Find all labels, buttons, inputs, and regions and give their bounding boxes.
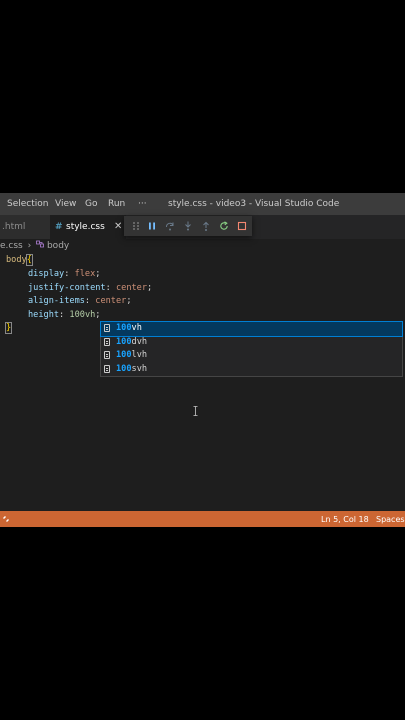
breadcrumb: e.css › body [0, 240, 69, 254]
css-property: justify-content [28, 282, 106, 293]
cursor-position[interactable]: Ln 5, Col 18 [321, 515, 369, 524]
suggestion-item[interactable]: 100lvh [101, 349, 402, 363]
code-line-5: height: 100vh; [28, 309, 101, 320]
symbol-icon [36, 240, 44, 251]
suggestion-match: 100 [116, 350, 132, 360]
menu-bar: Selection View Go Run ··· style.css - vi… [0, 193, 405, 215]
menu-go[interactable]: Go [85, 199, 97, 209]
menu-view[interactable]: View [55, 199, 76, 209]
css-file-icon: # [55, 222, 63, 232]
code-line-4: align-items: center; [28, 296, 132, 306]
suggestion-rest: svh [131, 363, 148, 374]
suggestion-rest: lvh [131, 350, 148, 360]
tab-html-label: .html [2, 222, 26, 232]
suggestion-match: 100 [116, 336, 132, 347]
suggestion-item[interactable]: 100vh [100, 321, 403, 337]
close-icon[interactable]: ✕ [114, 215, 122, 239]
text-cursor-icon [193, 401, 198, 416]
menu-run[interactable]: Run [108, 199, 125, 209]
remote-icon[interactable] [0, 511, 12, 527]
indentation[interactable]: Spaces: [376, 515, 405, 524]
suggestion-item[interactable]: 100svh [101, 363, 402, 377]
css-value: center [95, 296, 127, 306]
suggestion-match: 100 [116, 323, 132, 333]
status-bar: Ln 5, Col 18 Spaces: [0, 511, 405, 527]
step-over-icon[interactable] [162, 216, 178, 236]
suggestion-rest: vh [131, 323, 142, 333]
window-title: style.css - video3 - Visual Studio Code [168, 199, 340, 209]
code-line-2: display: flex; [28, 269, 101, 279]
tab-style-css-label: style.css [66, 222, 105, 232]
value-icon [104, 324, 110, 332]
css-property: height [28, 309, 60, 320]
open-brace: { [25, 254, 33, 266]
suggestion-rest: dvh [131, 336, 148, 347]
tab-style-css[interactable]: # style.css ✕ [50, 215, 126, 239]
code-line-1: body{ [6, 254, 33, 267]
menu-more[interactable]: ··· [138, 199, 147, 209]
css-value: center [115, 282, 148, 293]
suggestion-item[interactable]: 100dvh [101, 336, 402, 350]
step-into-icon[interactable] [180, 216, 196, 236]
tab-html[interactable]: .html [0, 215, 50, 239]
breadcrumb-symbol[interactable]: body [47, 241, 69, 251]
code-line-6: } [4, 322, 13, 335]
drag-handle-icon[interactable] [128, 216, 144, 236]
css-property: align-items [28, 296, 85, 306]
css-unit: vh [84, 309, 96, 320]
css-property: display [28, 269, 65, 279]
value-icon [104, 351, 110, 359]
pause-icon[interactable] [144, 216, 160, 236]
breadcrumb-file[interactable]: e.css [0, 241, 23, 251]
suggestion-widget: 100vh 100dvh 100lvh 100svh [100, 321, 403, 377]
css-number: 100 [69, 309, 85, 320]
debug-toolbar [124, 216, 252, 236]
breadcrumb-separator: › [27, 241, 32, 251]
restart-icon[interactable] [216, 216, 232, 236]
code-line-3: justify-content: center; [28, 282, 153, 293]
step-out-icon[interactable] [198, 216, 214, 236]
close-brace: } [4, 322, 13, 334]
selector: body [6, 255, 27, 265]
menu-selection[interactable]: Selection [7, 199, 48, 209]
stop-icon[interactable] [234, 216, 250, 236]
value-icon [104, 337, 110, 346]
value-icon [104, 364, 110, 373]
css-value: flex [74, 269, 96, 279]
suggestion-match: 100 [116, 363, 132, 374]
vscode-window: Selection View Go Run ··· style.css - vi… [0, 193, 405, 527]
